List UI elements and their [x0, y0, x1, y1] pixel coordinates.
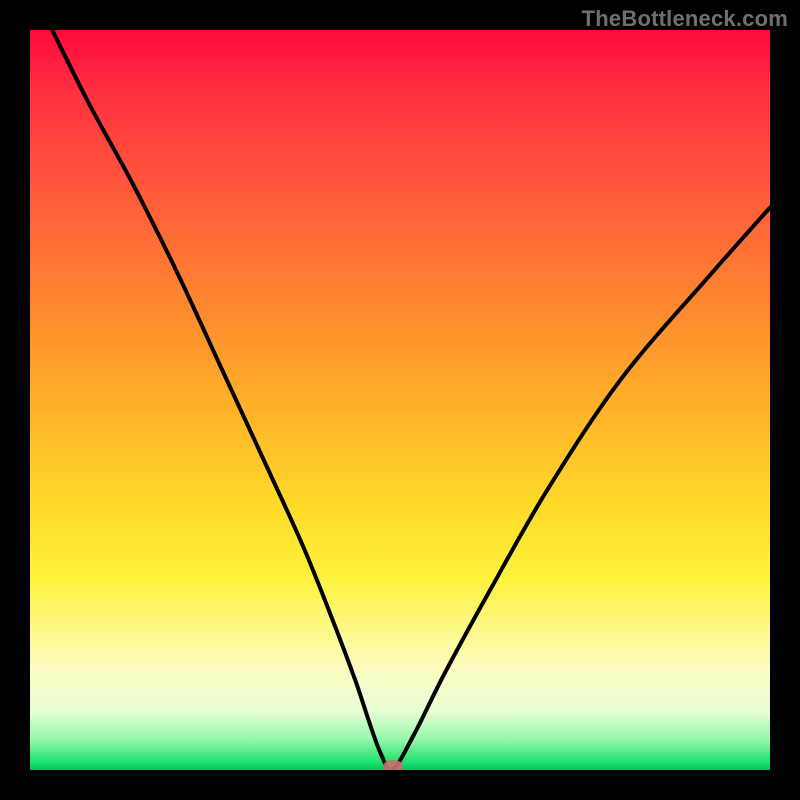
chart-frame: TheBottleneck.com: [0, 0, 800, 800]
bottleneck-curve: [52, 30, 770, 770]
watermark-text: TheBottleneck.com: [582, 6, 788, 32]
curve-svg: [30, 30, 770, 770]
minimum-marker: [383, 760, 403, 770]
plot-area: [30, 30, 770, 770]
